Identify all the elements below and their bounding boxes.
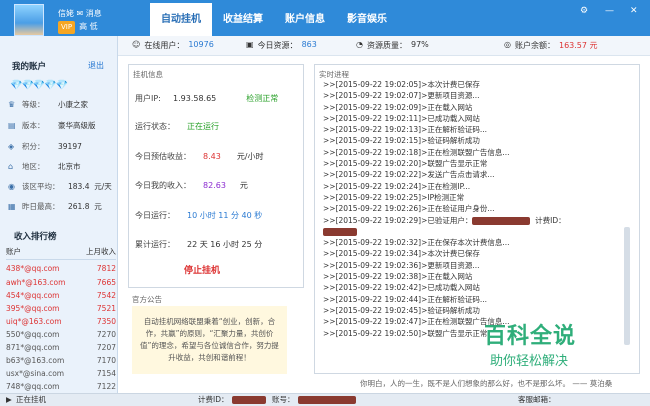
stats-bar: ☺ 在线用户： 10976 ▣ 今日资源： 863 ◔ 资源质量： 97% ◎ 账户余额： 16… bbox=[118, 36, 650, 56]
log-line-verified: >>[2015-09-22 19:02:29]>已验证用户： 计费ID： bbox=[323, 215, 566, 225]
level-row: ♛ 等级： 小康之家 bbox=[8, 98, 118, 112]
points-icon: ◈ bbox=[8, 142, 15, 151]
log-line: >>[2015-09-22 19:02:13]>正在解析验证码... bbox=[323, 125, 488, 135]
user-info: 信姥 ✉ 消息 VIP 高 低 bbox=[58, 7, 102, 34]
balance-stat: ◎ 账户余额： 163.57 元 bbox=[504, 40, 598, 50]
account-label: 账号： bbox=[272, 395, 295, 404]
status-text: 正在挂机 bbox=[16, 395, 46, 404]
log-line: >>[2015-09-22 19:02:42]>已成功载入网站 bbox=[323, 283, 480, 293]
watermark: 百科全说 助你轻松解决 bbox=[484, 324, 577, 369]
ranking-row: b63*@163.com 7170 bbox=[6, 356, 116, 365]
tab-auto-hang[interactable]: 自动挂机 bbox=[150, 3, 212, 36]
tab-earnings[interactable]: 收益结算 bbox=[212, 3, 274, 36]
log-line: >>[2015-09-22 19:02:24]>正在检测IP... bbox=[323, 181, 471, 191]
total-field: 累计运行： 22 天 16 小时 25 分 bbox=[135, 240, 263, 249]
gauge-icon: ◔ bbox=[356, 40, 363, 49]
user-sub: 高 低 bbox=[79, 22, 98, 31]
log-line: >>[2015-09-22 19:02:44]>正在解析验证码... bbox=[323, 294, 488, 304]
close-button[interactable]: ✕ bbox=[630, 6, 638, 16]
account-title: 我的账户 bbox=[12, 62, 47, 72]
log-line: >>[2015-09-22 19:02:34]>本次计费已保存 bbox=[323, 249, 480, 259]
level-icon: ♛ bbox=[8, 100, 16, 109]
avg-icon: ◉ bbox=[8, 182, 15, 191]
points-row: ◈ 积分： 39197 bbox=[8, 140, 118, 154]
log-line: >>[2015-09-22 19:02:36]>更新项目资源... bbox=[323, 260, 480, 270]
ranking-row: uiq*@163.com 7350 bbox=[6, 317, 116, 326]
ranking-row: 438*@qq.com 7812 bbox=[6, 264, 116, 273]
notice-title: 官方公告 bbox=[132, 295, 162, 304]
run-field: 今日运行： 10 小时 11 分 40 秒 bbox=[135, 211, 263, 220]
log-line: >>[2015-09-22 19:02:05]>本次计费已保存 bbox=[323, 80, 480, 89]
ranking-row: 395*@qq.com 7521 bbox=[6, 304, 116, 313]
top-bar: 信姥 ✉ 消息 VIP 高 低 自动挂机 收益结算 账户信息 影音娱乐 ⚙ — ✕ bbox=[0, 0, 650, 36]
service-email-label: 客服邮箱： bbox=[518, 395, 556, 404]
notice-panel: 官方公告 自动挂机网络联盟秉着“创业，创新，合作，共赢”的原则，“汇聚力量，共创… bbox=[128, 292, 304, 376]
region-row: ⌂ 地区： 北京市 bbox=[8, 160, 118, 174]
ranking-row: 550*@qq.com 7270 bbox=[6, 330, 116, 339]
billing-id-label: 计费ID： bbox=[198, 395, 229, 404]
online-stat: ☺ 在线用户： 10976 bbox=[132, 40, 214, 50]
tab-entertainment[interactable]: 影音娱乐 bbox=[336, 3, 398, 36]
ranking-title: 收入排行榜 bbox=[14, 232, 57, 242]
log-line: >>[2015-09-22 19:02:38]>正在载入网站 bbox=[323, 272, 473, 282]
notice-text: 自动挂机网络联盟秉着“创业，创新，合作，共赢”的原则，“汇聚力量，共创价值”的理… bbox=[132, 306, 287, 374]
tab-account[interactable]: 账户信息 bbox=[274, 3, 336, 36]
settings-icon[interactable]: ⚙ bbox=[580, 6, 588, 16]
log-line: >>[2015-09-22 19:02:15]>验证码解析成功 bbox=[323, 136, 480, 146]
redacted-billing-id bbox=[232, 396, 266, 404]
ranking-header: 账户 上月收入 bbox=[6, 246, 116, 260]
log-line: >>[2015-09-22 19:02:09]>正在载入网站 bbox=[323, 102, 473, 112]
ip-field: 用户IP: 1.93.58.65 检测正常 bbox=[135, 94, 279, 103]
minimize-button[interactable]: — bbox=[605, 6, 614, 16]
hang-info-title: 挂机信息 bbox=[133, 70, 163, 79]
log-line: >>[2015-09-22 19:02:11]>已成功载入网站 bbox=[323, 113, 480, 123]
users-icon: ☺ bbox=[132, 40, 141, 49]
username: 信姥 bbox=[58, 9, 74, 18]
message-link[interactable]: 消息 bbox=[86, 9, 102, 18]
quote-text: 你明白，人的一生，既不是人们想象的那么好，也不是那么坏。 —— 莫泊桑 bbox=[360, 379, 613, 388]
log-line: >>[2015-09-22 19:02:45]>验证码解析成功 bbox=[323, 305, 480, 315]
log-line-redacted bbox=[323, 226, 623, 237]
avg-row: ◉ 该区平均： 183.4 元/天 bbox=[8, 180, 118, 194]
version-row: ▤ 版本： 豪华高级版 bbox=[8, 119, 118, 133]
main-tabs: 自动挂机 收益结算 账户信息 影音娱乐 bbox=[150, 3, 398, 36]
avatar[interactable] bbox=[14, 4, 44, 36]
redacted-account bbox=[298, 396, 356, 404]
yesterday-icon: ▦ bbox=[8, 202, 16, 211]
log-line: >>[2015-09-22 19:02:25]>IP检测正常 bbox=[323, 192, 465, 202]
ranking-row: usx*@sina.com 7154 bbox=[6, 369, 116, 378]
version-icon: ▤ bbox=[8, 121, 16, 130]
redacted-id bbox=[323, 227, 357, 236]
mail-icon[interactable]: ✉ bbox=[77, 9, 84, 18]
hang-info-panel: 挂机信息 用户IP: 1.93.58.65 检测正常 运行状态： 正在运行 今日预估收… bbox=[128, 64, 304, 288]
log-line: >>[2015-09-22 19:02:26]>正在验证用户身份... bbox=[323, 204, 495, 214]
ranking-row: 454*@qq.com 7542 bbox=[6, 291, 116, 300]
region-icon: ⌂ bbox=[8, 162, 14, 171]
log-line: >>[2015-09-22 19:02:32]>正在保存本次计费信息... bbox=[323, 238, 510, 248]
wallet-icon: ◎ bbox=[504, 40, 511, 49]
log-line: >>[2015-09-22 19:02:18]>正在检测联盟广告信息... bbox=[323, 147, 510, 157]
ranking-row: 748*@qq.com 7122 bbox=[6, 382, 116, 391]
vip-badge: VIP bbox=[58, 21, 76, 34]
log-list: >>[2015-09-22 19:02:05]>本次计费已保存 >>[2015-… bbox=[323, 79, 623, 339]
status-bar: ▶ 正在挂机 计费ID： 账号： 客服邮箱： bbox=[0, 393, 650, 406]
quality-stat: ◔ 资源质量： 97% bbox=[356, 40, 429, 50]
logout-link[interactable]: 退出 bbox=[88, 60, 104, 71]
running-indicator: ▶ bbox=[6, 395, 12, 404]
today-resource-stat: ▣ 今日资源： 863 bbox=[246, 40, 317, 50]
resource-icon: ▣ bbox=[246, 40, 254, 49]
income-field: 今日我的收入： 82.63 元 bbox=[135, 181, 248, 190]
ranking-row: awh*@163.com 7665 bbox=[6, 278, 116, 287]
redacted-user bbox=[472, 216, 531, 225]
log-line: >>[2015-09-22 19:02:07]>更新项目资源... bbox=[323, 91, 480, 101]
stop-hang-button[interactable]: 停止挂机 bbox=[184, 263, 220, 276]
ranking-row: 871*@qq.com 7207 bbox=[6, 343, 116, 352]
yesterday-row: ▦ 昨日最高： 261.8 元 bbox=[8, 200, 118, 214]
state-field: 运行状态： 正在运行 bbox=[135, 122, 219, 131]
expect-field: 今日预估收益： 8.43 元/小时 bbox=[135, 152, 264, 161]
diamond-rating: 💎💎💎💎💎 bbox=[10, 80, 68, 91]
sidebar: 我的账户 退出 💎💎💎💎💎 ♛ 等级： 小康之家 ▤ 版本： 豪华高级版 ◈ 积分： 391… bbox=[0, 36, 118, 393]
log-line: >>[2015-09-22 19:02:20]>联盟广告显示正常 bbox=[323, 159, 488, 169]
log-line: >>[2015-09-22 19:02:22]>发送广告点击请求... bbox=[323, 170, 495, 180]
